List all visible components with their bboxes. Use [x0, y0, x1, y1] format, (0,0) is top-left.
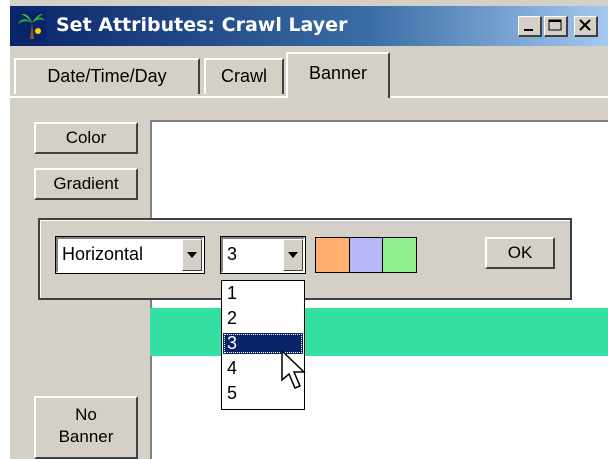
- tab-label: Date/Time/Day: [47, 66, 167, 86]
- minimize-icon: [524, 29, 533, 31]
- no-banner-label-line1: No: [75, 405, 97, 424]
- dialog-window: Set Attributes: Crawl Layer Date/Time/Da…: [8, 0, 608, 459]
- banner-stripe: [150, 308, 608, 356]
- gradient-direction-value: Horizontal: [62, 244, 144, 264]
- close-button[interactable]: [574, 16, 598, 37]
- ok-button-label: OK: [507, 243, 533, 262]
- tab-date-time-day[interactable]: Date/Time/Day: [14, 58, 200, 94]
- swatch-2[interactable]: [349, 238, 384, 272]
- tab-banner[interactable]: Banner: [286, 52, 390, 98]
- no-banner-label-line2: Banner: [58, 427, 114, 446]
- gradient-direction-combobox[interactable]: Horizontal: [55, 236, 205, 274]
- tab-strip: Date/Time/Day Crawl Banner: [10, 52, 608, 98]
- tab-label: Crawl: [220, 66, 267, 86]
- maximize-button[interactable]: [544, 16, 568, 37]
- title-bar[interactable]: Set Attributes: Crawl Layer: [10, 6, 608, 46]
- gradient-button[interactable]: Gradient: [34, 168, 138, 200]
- gradient-count-value: 3: [227, 244, 238, 264]
- chevron-down-icon[interactable]: [182, 239, 202, 271]
- mouse-pointer-icon: [281, 350, 306, 389]
- tab-crawl[interactable]: Crawl: [204, 58, 284, 94]
- swatch-3[interactable]: [383, 238, 417, 272]
- gradient-count-combobox[interactable]: 3: [220, 236, 306, 274]
- gradient-swatches: [315, 237, 417, 273]
- color-button[interactable]: Color: [34, 122, 138, 154]
- list-item[interactable]: 1: [223, 283, 303, 304]
- palm-tree-icon: [16, 11, 46, 41]
- color-button-label: Color: [65, 128, 107, 147]
- no-banner-button[interactable]: No Banner: [34, 396, 138, 459]
- gradient-button-label: Gradient: [53, 174, 119, 193]
- list-item[interactable]: 2: [223, 308, 303, 329]
- maximize-icon: [548, 19, 562, 31]
- close-icon: [579, 19, 591, 31]
- chevron-down-icon[interactable]: [283, 239, 303, 271]
- tab-label: Banner: [308, 63, 368, 83]
- window-title: Set Attributes: Crawl Layer: [56, 14, 348, 36]
- minimize-button[interactable]: [518, 16, 542, 37]
- ok-button[interactable]: OK: [485, 237, 555, 269]
- swatch-1[interactable]: [316, 238, 350, 272]
